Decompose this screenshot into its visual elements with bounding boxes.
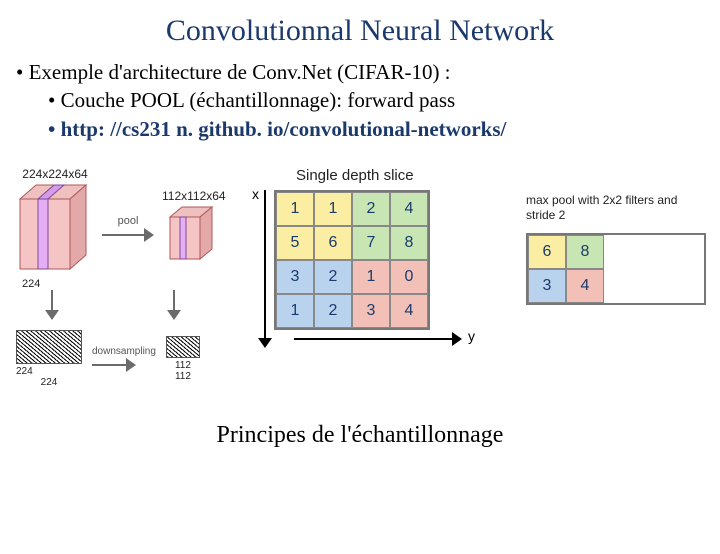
input-dims-label: 224x224x64 <box>16 167 94 181</box>
cell-3-3: 4 <box>390 294 428 328</box>
slide-title: Convolutionnal Neural Network <box>0 14 720 48</box>
cell-2-1: 2 <box>314 260 352 294</box>
cell-0-0: 1 <box>276 192 314 226</box>
in-h2: 224 <box>16 366 33 377</box>
out-0-1: 8 <box>566 235 604 269</box>
input-cuboid <box>16 181 94 275</box>
pool-arrow-label: pool <box>102 215 154 227</box>
bullet-3-link[interactable]: • http: //cs231 n. github. io/convolutio… <box>10 115 720 143</box>
out-w2: 112 <box>166 371 200 382</box>
x-label: x <box>252 186 259 202</box>
input-matrix-panel: Single depth slice x 1 1 2 4 5 6 7 8 3 2 <box>256 167 516 348</box>
cell-3-2: 3 <box>352 294 390 328</box>
bullet-1: • Exemple d'architecture de Conv.Net (CI… <box>10 58 720 86</box>
out-1-0: 3 <box>528 269 566 303</box>
out-h2: 112 <box>166 358 200 371</box>
cell-2-3: 0 <box>390 260 428 294</box>
input-slice-thumb <box>16 330 82 364</box>
arrow-right-icon <box>102 227 154 243</box>
slice-header: Single depth slice <box>256 167 516 184</box>
y-label: y <box>468 328 475 344</box>
bullet-1-text: Exemple d'architecture de Conv.Net (CIFA… <box>29 60 451 84</box>
bullet-2: • Couche POOL (échantillonnage): forward… <box>10 86 720 114</box>
cell-0-1: 1 <box>314 192 352 226</box>
pooling-diagram: 224x224x64 224 pool 112x112x64 <box>16 167 246 388</box>
bullet-3-text: http: //cs231 n. github. io/convolutiona… <box>61 117 507 141</box>
y-axis: y <box>294 330 430 348</box>
arrow-right-2-icon <box>92 357 136 373</box>
cell-2-2: 1 <box>352 260 390 294</box>
cell-3-1: 2 <box>314 294 352 328</box>
x-axis: x <box>256 190 274 348</box>
out-1-1: 4 <box>566 269 604 303</box>
input-grid: 1 1 2 4 5 6 7 8 3 2 1 0 1 2 3 4 <box>274 190 430 330</box>
cell-0-2: 2 <box>352 192 390 226</box>
output-cuboid <box>166 203 222 265</box>
cell-1-0: 5 <box>276 226 314 260</box>
arrow-down-left-icon <box>44 290 60 320</box>
in-w2: 224 <box>16 377 82 388</box>
cell-3-0: 1 <box>276 294 314 328</box>
in-h-label: 224 <box>22 278 40 290</box>
output-dims-label: 112x112x64 <box>162 189 226 203</box>
output-grid: 6 8 3 4 <box>526 233 706 305</box>
figure-row: 224x224x64 224 pool 112x112x64 <box>0 167 720 388</box>
cell-2-0: 3 <box>276 260 314 294</box>
output-matrix-panel: max pool with 2x2 filters and stride 2 6… <box>526 167 706 305</box>
out-0-0: 6 <box>528 235 566 269</box>
cell-1-3: 8 <box>390 226 428 260</box>
maxpool-note: max pool with 2x2 filters and stride 2 <box>526 193 706 223</box>
bullet-list: • Exemple d'architecture de Conv.Net (CI… <box>0 58 720 143</box>
arrow-down-right-icon <box>166 290 182 320</box>
bullet-2-text: Couche POOL (échantillonnage): forward p… <box>61 88 456 112</box>
downsample-label: downsampling <box>92 346 156 357</box>
cell-1-1: 6 <box>314 226 352 260</box>
cell-0-3: 4 <box>390 192 428 226</box>
cell-1-2: 7 <box>352 226 390 260</box>
output-slice-thumb <box>166 336 200 358</box>
figure-caption: Principes de l'échantillonnage <box>0 422 720 449</box>
